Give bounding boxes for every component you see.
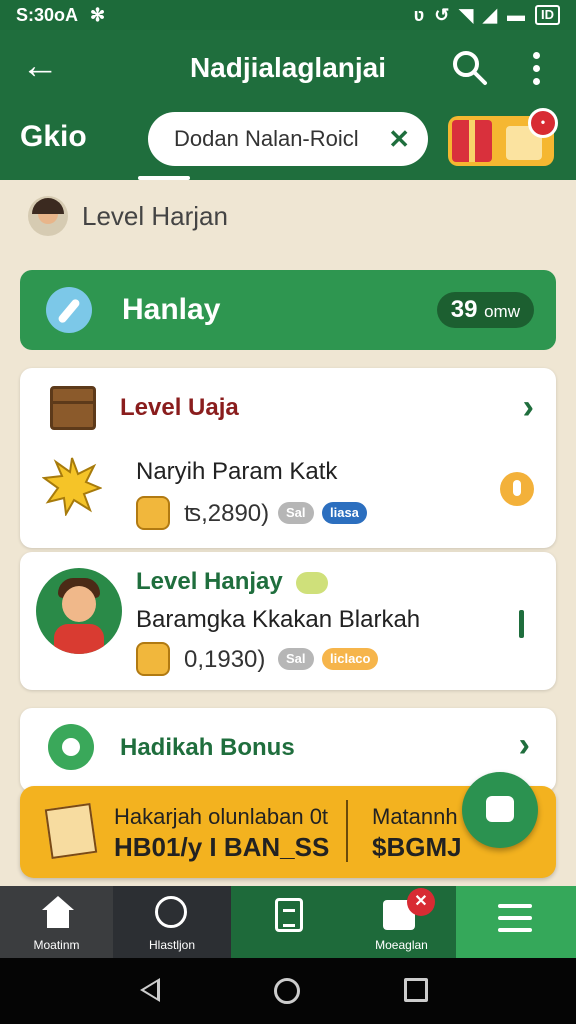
card2-tag-1: Sal bbox=[278, 648, 314, 670]
banner-right: Matannh $BGMJ bbox=[372, 802, 462, 862]
card2-title: Level Hanjay bbox=[136, 568, 283, 595]
system-recents-icon[interactable] bbox=[404, 978, 428, 1002]
level-card-1[interactable]: Level Uaja › Naryih Param Katk ʦ,2890) S… bbox=[20, 368, 556, 548]
menu-icon bbox=[498, 904, 532, 932]
messages-badge: ✕ bbox=[407, 888, 435, 916]
summary-value: 39 bbox=[450, 296, 478, 323]
more-vert-icon[interactable] bbox=[518, 46, 554, 90]
tab-indicator bbox=[138, 176, 190, 180]
summary-unit: omw bbox=[484, 302, 520, 321]
banner-divider bbox=[346, 800, 348, 862]
bottom-nav: Moatinm Hlastljon ✕ Moeaglan bbox=[0, 886, 576, 958]
box-icon bbox=[44, 803, 98, 859]
card1-tag-2: liasa bbox=[322, 502, 367, 524]
banner-right-line1: Matannh bbox=[372, 804, 458, 829]
sun-burst-icon bbox=[41, 456, 103, 518]
nav-menu[interactable] bbox=[456, 886, 576, 958]
card2-subtitle: Baramgka Kkakan Blarkah bbox=[136, 606, 421, 633]
banner-left: Hakarjah olunlaban 0t HB01/y I BAN_SS bbox=[114, 802, 329, 862]
search-icon[interactable] bbox=[448, 46, 492, 90]
app-bar: ← Nadjialaglanjai Gkio Dodan Nalan-Roicl… bbox=[0, 30, 576, 180]
indicator-bar bbox=[519, 610, 524, 638]
search-field[interactable]: Dodan Nalan-Roicl ✕ bbox=[148, 112, 428, 166]
nav-home[interactable]: Moatinm bbox=[0, 886, 113, 958]
chevron-right-icon[interactable]: › bbox=[523, 388, 534, 427]
battery-icon: ID bbox=[535, 5, 560, 25]
search-nav-icon bbox=[155, 896, 187, 928]
coin-icon bbox=[136, 642, 170, 676]
lock-icon[interactable] bbox=[500, 472, 534, 506]
card3-title: Hadikah Bonus bbox=[120, 734, 295, 761]
avatar-icon bbox=[28, 196, 68, 236]
search-value[interactable]: Dodan Nalan-Roicl bbox=[174, 126, 359, 152]
card1-amount: ʦ,2890) bbox=[184, 500, 270, 527]
nav-messages[interactable]: ✕ Moeaglan bbox=[347, 886, 456, 958]
gift-badge: • bbox=[528, 108, 558, 138]
level-card-2[interactable]: Level Hanjay Baramgka Kkakan Blarkah 0,1… bbox=[20, 552, 556, 690]
vibrate-icon: ʋ bbox=[413, 4, 425, 25]
system-home-icon[interactable] bbox=[274, 978, 300, 1004]
banner-left-line2: HB01/y I BAN_SS bbox=[114, 832, 330, 862]
gift-icon[interactable]: • bbox=[448, 108, 558, 166]
summary-value-pill: 39 omw bbox=[436, 292, 534, 328]
chevron-right-icon[interactable]: › bbox=[519, 726, 530, 765]
card1-title: Level Uaja bbox=[120, 394, 239, 421]
level-header: Level Harjan bbox=[28, 196, 228, 236]
nav-search-label: Hlastljon bbox=[148, 938, 196, 952]
signal-icon: ◢ bbox=[483, 4, 497, 25]
level-header-label: Level Harjan bbox=[82, 200, 228, 231]
level-summary-card[interactable]: Hanlay 39 omw bbox=[20, 270, 556, 350]
tab-label[interactable]: Gkio bbox=[20, 120, 87, 154]
chat-fab-icon[interactable] bbox=[462, 772, 538, 848]
system-nav-bar bbox=[0, 958, 576, 1024]
banner-right-line2: $BGMJ bbox=[372, 832, 462, 862]
clear-icon[interactable]: ✕ bbox=[388, 124, 410, 155]
bonus-icon bbox=[48, 724, 94, 770]
bluetooth-icon: ✻ bbox=[90, 4, 106, 25]
coin-icon bbox=[136, 496, 170, 530]
badge-icon bbox=[296, 572, 328, 594]
kid-avatar-icon bbox=[36, 568, 122, 654]
banner-left-line1: Hakarjah olunlaban 0t bbox=[114, 804, 329, 829]
nav-home-label: Moatinm bbox=[33, 938, 80, 952]
sync-icon: ↺ bbox=[434, 4, 450, 25]
feather-icon bbox=[46, 287, 92, 333]
box-icon bbox=[50, 386, 96, 430]
gift-box-red bbox=[452, 120, 492, 162]
clipboard-icon bbox=[275, 898, 303, 932]
home-icon bbox=[42, 896, 74, 928]
card2-tag-2: liclaco bbox=[322, 648, 379, 670]
card1-subtitle: Naryih Param Katk bbox=[136, 458, 338, 485]
nav-list[interactable] bbox=[231, 886, 347, 958]
status-bar: S:30oA ✻ ʋ ↺ ◥ ◢ ▬ ID bbox=[0, 0, 576, 30]
status-time: S:30oA bbox=[16, 4, 79, 25]
card1-tag-1: Sal bbox=[278, 502, 314, 524]
summary-label: Hanlay bbox=[122, 293, 221, 326]
system-back-icon[interactable] bbox=[140, 978, 160, 1002]
card2-amount: 0,1930) bbox=[184, 646, 266, 673]
nav-search[interactable]: Hlastljon bbox=[113, 886, 231, 958]
bar-icon: ▬ bbox=[507, 4, 525, 25]
nav-messages-label: Moeaglan bbox=[375, 938, 428, 952]
wifi-icon: ◥ bbox=[459, 4, 474, 25]
